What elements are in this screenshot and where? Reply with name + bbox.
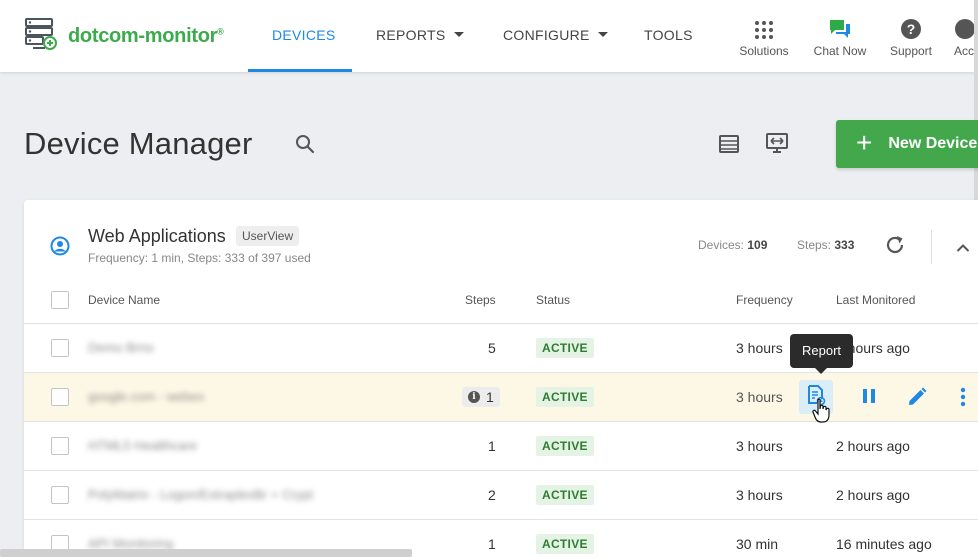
plus-icon: + xyxy=(856,127,873,158)
device-frequency: 3 hours xyxy=(736,487,783,503)
device-steps: 1 xyxy=(488,438,496,454)
table-row[interactable]: google.com - webex i 1 ACTIVE 3 hours xyxy=(24,373,978,422)
status-badge: ACTIVE xyxy=(536,485,594,505)
steps-badge[interactable]: i 1 xyxy=(462,387,500,407)
userview-badge: UserView xyxy=(236,226,300,246)
solutions-button[interactable]: Solutions xyxy=(739,14,789,58)
group-subtitle: Frequency: 1 min, Steps: 333 of 397 used xyxy=(88,251,311,265)
device-name[interactable]: PolyMatrix - Logon/ExtraplexBr + Crypt xyxy=(88,471,313,519)
new-device-button[interactable]: + New Device xyxy=(836,120,978,168)
pause-icon[interactable] xyxy=(862,387,876,410)
table-row[interactable]: HTML5 Healthcare 1 ACTIVE 3 hours 2 hour… xyxy=(24,422,978,471)
nav-devices[interactable]: DEVICES xyxy=(272,0,336,72)
device-steps: 5 xyxy=(488,340,496,356)
row-checkbox[interactable] xyxy=(51,486,69,504)
column-frequency[interactable]: Frequency xyxy=(736,284,793,316)
device-last-monitored: 2 hours ago xyxy=(836,487,910,503)
horizontal-scrollbar[interactable] xyxy=(0,549,412,557)
status-badge: ACTIVE xyxy=(536,534,594,554)
row-checkbox[interactable] xyxy=(51,339,69,357)
brand-name: dotcom-monitor® xyxy=(68,25,224,47)
table-header: Device Name Steps Status Frequency Last … xyxy=(24,284,978,324)
device-steps: 1 xyxy=(488,536,496,552)
status-badge: ACTIVE xyxy=(536,387,594,407)
chevron-down-icon xyxy=(597,31,608,37)
column-status[interactable]: Status xyxy=(536,284,570,316)
new-device-label: New Device xyxy=(888,135,978,152)
chat-icon xyxy=(812,14,868,40)
column-device-name[interactable]: Device Name xyxy=(88,284,160,316)
list-view-icon[interactable] xyxy=(718,134,740,159)
devices-count: Devices: 109 xyxy=(698,238,768,252)
row-checkbox[interactable] xyxy=(51,388,69,406)
nav-active-indicator xyxy=(248,69,352,72)
support-button[interactable]: ? Support xyxy=(888,14,934,58)
brand-logo[interactable]: dotcom-monitor® xyxy=(24,17,224,56)
svg-text:?: ? xyxy=(907,21,916,37)
chat-now-label: Chat Now xyxy=(813,44,867,58)
steps-count: Steps: 333 xyxy=(797,238,855,252)
grid-dots-icon xyxy=(739,14,789,40)
device-last-monitored: 16 minutes ago xyxy=(836,536,932,552)
hand-cursor-icon xyxy=(812,398,830,429)
status-badge: ACTIVE xyxy=(536,436,594,456)
nav-reports[interactable]: REPORTS xyxy=(376,0,464,72)
column-steps[interactable]: Steps xyxy=(465,284,496,316)
nav-tools[interactable]: TOOLS xyxy=(644,0,693,72)
device-frequency: 3 hours xyxy=(736,340,783,356)
device-frequency: 3 hours xyxy=(736,389,783,405)
info-icon: i xyxy=(468,391,480,403)
device-group-card: Web Applications UserView Frequency: 1 m… xyxy=(24,200,978,557)
column-last-monitored[interactable]: Last Monitored xyxy=(836,284,915,316)
device-name[interactable]: Demo Brno xyxy=(88,324,154,372)
chevron-down-icon xyxy=(453,31,464,37)
nav-configure[interactable]: CONFIGURE xyxy=(503,0,608,72)
header-divider xyxy=(931,230,932,264)
chat-now-button[interactable]: Chat Now xyxy=(812,14,868,58)
row-checkbox[interactable] xyxy=(51,437,69,455)
help-icon: ? xyxy=(888,14,934,40)
chevron-up-icon[interactable] xyxy=(956,240,970,258)
report-tooltip: Report xyxy=(790,334,853,374)
device-frequency: 3 hours xyxy=(736,438,783,454)
device-last-monitored: 2 hours ago xyxy=(836,438,910,454)
solutions-label: Solutions xyxy=(739,44,789,58)
refresh-icon[interactable] xyxy=(884,234,906,261)
compare-view-icon[interactable] xyxy=(765,132,789,159)
top-navigation: dotcom-monitor® DEVICES REPORTS CONFIGUR… xyxy=(0,0,978,72)
group-name[interactable]: Web Applications xyxy=(88,226,226,247)
user-circle-icon xyxy=(50,236,70,261)
device-name[interactable]: HTML5 Healthcare xyxy=(88,422,197,470)
select-all-checkbox[interactable] xyxy=(51,291,69,309)
device-steps: 2 xyxy=(488,487,496,503)
device-frequency: 30 min xyxy=(736,536,779,552)
support-label: Support xyxy=(889,44,933,58)
device-name[interactable]: google.com - webex xyxy=(88,373,204,421)
table-row[interactable]: PolyMatrix - Logon/ExtraplexBr + Crypt 2… xyxy=(24,471,978,520)
edit-icon[interactable] xyxy=(906,386,928,413)
status-badge: ACTIVE xyxy=(536,338,594,358)
device-steps: 1 xyxy=(486,389,494,405)
server-logo-icon xyxy=(24,17,58,56)
page-title: Device Manager xyxy=(24,126,253,161)
search-icon[interactable] xyxy=(295,134,315,159)
more-vertical-icon[interactable] xyxy=(960,387,966,412)
